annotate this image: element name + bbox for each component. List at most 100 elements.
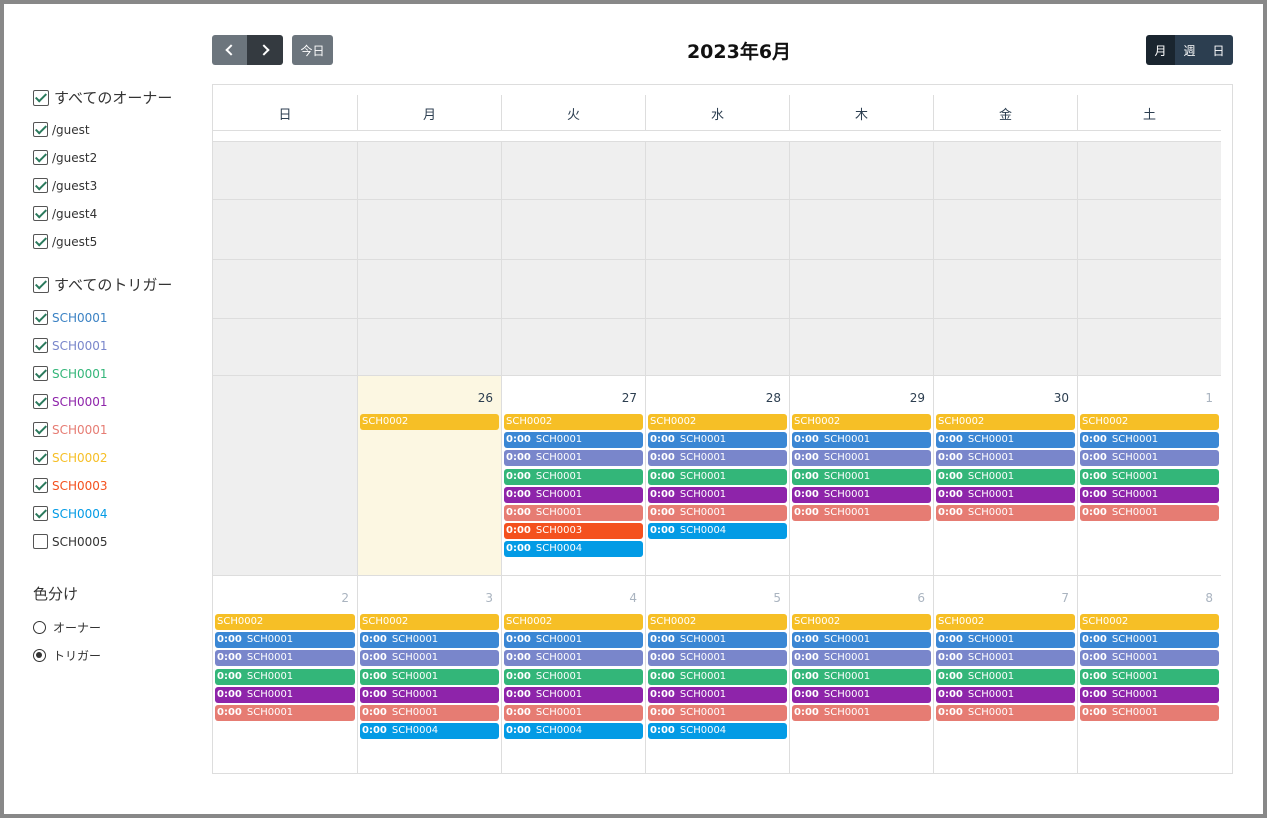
event-chip[interactable]: 0:00 SCH0001 bbox=[936, 686, 1075, 703]
event-chip[interactable]: 0:00 SCH0001 bbox=[215, 668, 355, 685]
event-chip[interactable]: 0:00 SCH0001 bbox=[936, 432, 1075, 449]
owner-checkbox[interactable]: /guest4 bbox=[33, 206, 97, 221]
event-chip[interactable]: 0:00 SCH0001 bbox=[504, 650, 643, 667]
event-chip[interactable]: 0:00 SCH0004 bbox=[648, 523, 787, 540]
event-chip[interactable]: SCH0002 bbox=[360, 614, 499, 630]
trigger-checkbox[interactable]: SCH0002 bbox=[33, 450, 108, 465]
event-chip[interactable]: 0:00 SCH0004 bbox=[648, 723, 787, 740]
day-cell[interactable]: 1 SCH0002 0:00 SCH0001 0:00 SCH0001 0:00 SCH000… bbox=[1077, 375, 1221, 575]
event-chip[interactable]: 0:00 SCH0001 bbox=[648, 468, 787, 485]
day-cell[interactable] bbox=[213, 141, 357, 375]
event-chip[interactable]: SCH0002 bbox=[1080, 414, 1219, 430]
event-chip[interactable]: 0:00 SCH0001 bbox=[648, 668, 787, 685]
trigger-checkbox[interactable]: SCH0001 bbox=[33, 366, 108, 381]
checkbox-icon[interactable] bbox=[33, 450, 48, 465]
day-cell[interactable]: 30 SCH0002 0:00 SCH0001 0:00 SCH0001 0:00 SCH00… bbox=[933, 375, 1077, 575]
owner-checkbox[interactable]: /guest3 bbox=[33, 178, 97, 193]
day-cell[interactable]: 4 SCH0002 0:00 SCH0001 0:00 SCH0001 0:00 SCH000… bbox=[501, 575, 645, 773]
event-chip[interactable]: 0:00 SCH0001 bbox=[1080, 650, 1219, 667]
event-chip[interactable]: 0:00 SCH0004 bbox=[360, 723, 499, 740]
event-chip[interactable]: 0:00 SCH0001 bbox=[648, 450, 787, 467]
prev-month-button[interactable] bbox=[212, 35, 247, 65]
event-chip[interactable]: 0:00 SCH0001 bbox=[360, 650, 499, 667]
all-triggers-checkbox[interactable]: すべてのトリガー bbox=[33, 274, 172, 295]
trigger-checkbox[interactable]: SCH0001 bbox=[33, 310, 108, 325]
checkbox-icon[interactable] bbox=[33, 276, 49, 293]
checkbox-icon[interactable] bbox=[33, 478, 48, 493]
event-chip[interactable]: 0:00 SCH0001 bbox=[792, 486, 931, 503]
event-chip[interactable]: 0:00 SCH0001 bbox=[792, 668, 931, 685]
event-chip[interactable]: 0:00 SCH0001 bbox=[792, 650, 931, 667]
day-cell[interactable]: 6 SCH0002 0:00 SCH0001 0:00 SCH0001 0:00 SCH000… bbox=[789, 575, 933, 773]
event-chip[interactable]: 0:00 SCH0001 bbox=[360, 632, 499, 649]
event-chip[interactable]: 0:00 SCH0001 bbox=[792, 505, 931, 521]
checkbox-icon[interactable] bbox=[33, 310, 48, 325]
radio-icon[interactable] bbox=[33, 649, 46, 662]
checkbox-icon[interactable] bbox=[33, 178, 48, 193]
day-cell[interactable] bbox=[789, 141, 933, 375]
event-chip[interactable]: 0:00 SCH0001 bbox=[1080, 486, 1219, 503]
event-chip[interactable]: SCH0002 bbox=[936, 414, 1075, 430]
event-chip[interactable]: 0:00 SCH0001 bbox=[936, 705, 1075, 721]
next-month-button[interactable] bbox=[247, 35, 283, 65]
owner-checkbox[interactable]: /guest2 bbox=[33, 150, 97, 165]
trigger-checkbox[interactable]: SCH0003 bbox=[33, 478, 108, 493]
event-chip[interactable]: 0:00 SCH0001 bbox=[504, 432, 643, 449]
event-chip[interactable]: 0:00 SCH0001 bbox=[936, 632, 1075, 649]
all-owners-checkbox[interactable]: すべてのオーナー bbox=[33, 87, 172, 108]
event-chip[interactable]: 0:00 SCH0004 bbox=[504, 541, 643, 558]
event-chip[interactable]: 0:00 SCH0001 bbox=[936, 505, 1075, 521]
event-chip[interactable]: 0:00 SCH0001 bbox=[360, 705, 499, 721]
event-chip[interactable]: 0:00 SCH0001 bbox=[648, 686, 787, 703]
event-chip[interactable]: 0:00 SCH0001 bbox=[792, 705, 931, 721]
event-chip[interactable]: SCH0002 bbox=[504, 414, 643, 430]
event-chip[interactable]: 0:00 SCH0001 bbox=[360, 668, 499, 685]
checkbox-icon[interactable] bbox=[33, 422, 48, 437]
event-chip[interactable]: SCH0002 bbox=[215, 614, 355, 630]
event-chip[interactable]: 0:00 SCH0001 bbox=[1080, 668, 1219, 685]
event-chip[interactable]: 0:00 SCH0001 bbox=[215, 632, 355, 649]
checkbox-icon[interactable] bbox=[33, 506, 48, 521]
event-chip[interactable]: 0:00 SCH0001 bbox=[1080, 468, 1219, 485]
day-cell[interactable]: 7 SCH0002 0:00 SCH0001 0:00 SCH0001 0:00 SCH000… bbox=[933, 575, 1077, 773]
event-chip[interactable]: 0:00 SCH0001 bbox=[504, 632, 643, 649]
event-chip[interactable]: 0:00 SCH0001 bbox=[215, 705, 355, 721]
day-cell[interactable] bbox=[501, 141, 645, 375]
day-cell[interactable] bbox=[645, 141, 789, 375]
trigger-checkbox[interactable]: SCH0005 bbox=[33, 534, 108, 549]
event-chip[interactable]: 0:00 SCH0001 bbox=[1080, 686, 1219, 703]
trigger-checkbox[interactable]: SCH0001 bbox=[33, 338, 108, 353]
checkbox-icon[interactable] bbox=[33, 89, 49, 106]
day-cell[interactable]: 28 SCH0002 0:00 SCH0001 0:00 SCH0001 0:00 SCH00… bbox=[645, 375, 789, 575]
event-chip[interactable]: 0:00 SCH0001 bbox=[792, 468, 931, 485]
event-chip[interactable]: SCH0002 bbox=[792, 614, 931, 630]
event-chip[interactable]: 0:00 SCH0001 bbox=[504, 468, 643, 485]
event-chip[interactable]: SCH0002 bbox=[504, 614, 643, 630]
event-chip[interactable]: SCH0002 bbox=[936, 614, 1075, 630]
event-chip[interactable]: 0:00 SCH0001 bbox=[215, 650, 355, 667]
checkbox-icon[interactable] bbox=[33, 150, 48, 165]
event-chip[interactable]: 0:00 SCH0001 bbox=[504, 505, 643, 521]
event-chip[interactable]: 0:00 SCH0001 bbox=[1080, 505, 1219, 521]
event-chip[interactable]: 0:00 SCH0001 bbox=[648, 705, 787, 721]
event-chip[interactable]: 0:00 SCH0001 bbox=[504, 486, 643, 503]
checkbox-icon[interactable] bbox=[33, 234, 48, 249]
day-cell[interactable] bbox=[213, 375, 357, 575]
view-button[interactable]: 日 bbox=[1204, 35, 1233, 65]
day-cell[interactable]: 26 SCH0002 bbox=[357, 375, 501, 575]
event-chip[interactable]: 0:00 SCH0001 bbox=[792, 432, 931, 449]
event-chip[interactable]: SCH0002 bbox=[648, 414, 787, 430]
color-by-option[interactable]: トリガー bbox=[33, 647, 101, 664]
event-chip[interactable]: 0:00 SCH0003 bbox=[504, 523, 643, 540]
day-cell[interactable]: 8 SCH0002 0:00 SCH0001 0:00 SCH0001 0:00 SCH000… bbox=[1077, 575, 1221, 773]
today-button[interactable]: 今日 bbox=[292, 35, 333, 65]
event-chip[interactable]: 0:00 SCH0001 bbox=[504, 450, 643, 467]
event-chip[interactable]: 0:00 SCH0001 bbox=[792, 450, 931, 467]
checkbox-icon[interactable] bbox=[33, 534, 48, 549]
event-chip[interactable]: SCH0002 bbox=[360, 414, 499, 430]
event-chip[interactable]: SCH0002 bbox=[648, 614, 787, 630]
event-chip[interactable]: 0:00 SCH0001 bbox=[792, 686, 931, 703]
checkbox-icon[interactable] bbox=[33, 338, 48, 353]
event-chip[interactable]: 0:00 SCH0001 bbox=[648, 632, 787, 649]
day-cell[interactable] bbox=[357, 141, 501, 375]
